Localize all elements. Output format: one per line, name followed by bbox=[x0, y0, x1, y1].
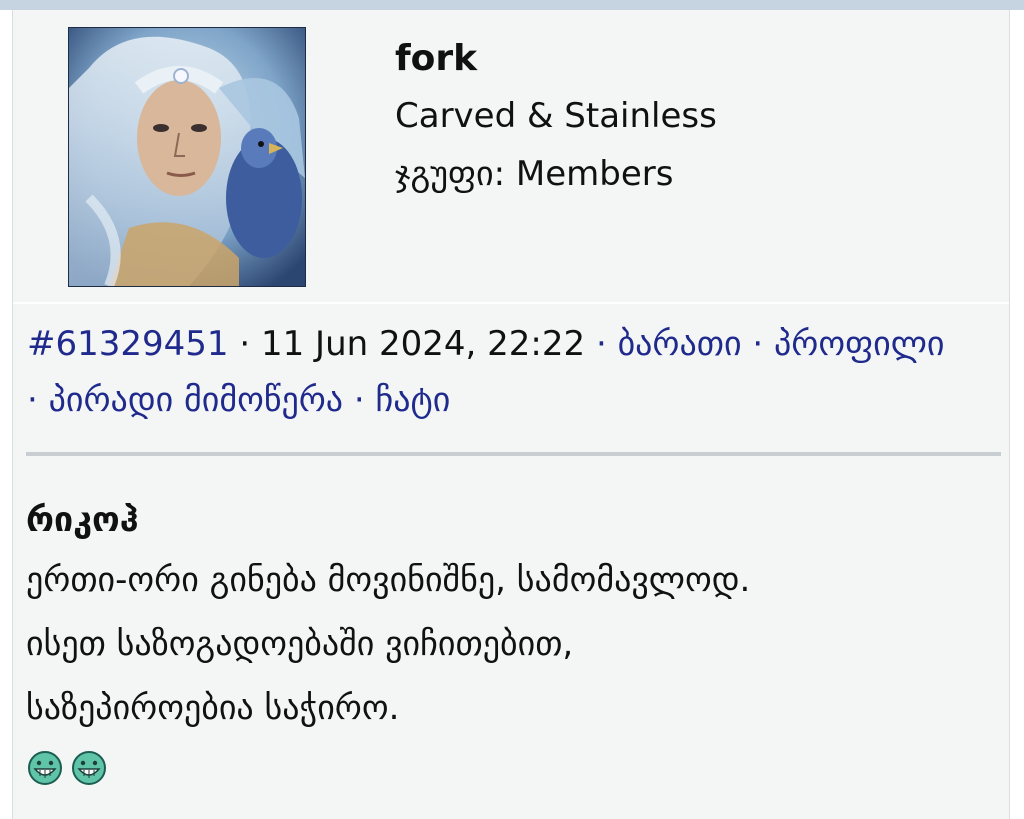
post-body: რიკოჰ ერთი-ორი გინება მოვინიშნე, სამომავ… bbox=[26, 492, 1001, 740]
avatar-image bbox=[69, 28, 305, 286]
smiley-row bbox=[27, 750, 107, 786]
avatar[interactable] bbox=[68, 27, 306, 287]
user-group: ჯგუფი: Members bbox=[395, 154, 673, 194]
forum-post: fork Carved & Stainless ჯგუფი: Members #… bbox=[12, 10, 1010, 819]
meta-separator: · bbox=[27, 380, 38, 420]
meta-separator: · bbox=[752, 324, 764, 364]
header-divider bbox=[13, 302, 1009, 304]
profile-link[interactable]: პროფილი bbox=[774, 324, 945, 364]
user-group-label: ჯგუფი: bbox=[395, 154, 506, 194]
grin-smiley-icon bbox=[28, 751, 62, 785]
post-body-line: ისეთ საზოგადოებაში ვიჩითებით, bbox=[26, 624, 574, 664]
meta-separator: · bbox=[595, 324, 607, 364]
meta-separator: · bbox=[353, 380, 365, 420]
post-body-line: საზეპიროებია საჭირო. bbox=[26, 688, 400, 728]
post-meta: #61329451 · 11 Jun 2024, 22:22 · ბარათი … bbox=[27, 316, 997, 428]
post-body-title: რიკოჰ bbox=[26, 500, 139, 540]
post-body-line: ერთი-ორი გინება მოვინიშნე, სამომავლოდ. bbox=[26, 560, 751, 600]
grin-smiley-icon bbox=[72, 751, 106, 785]
chat-link[interactable]: ჩატი bbox=[376, 380, 451, 420]
username[interactable]: fork bbox=[395, 38, 477, 79]
post-datetime: 11 Jun 2024, 22:22 bbox=[260, 324, 586, 364]
user-group-value: Members bbox=[515, 154, 674, 194]
post-id-link[interactable]: #61329451 bbox=[27, 324, 229, 364]
private-message-link[interactable]: პირადი მიმოწერა bbox=[49, 380, 343, 420]
card-link[interactable]: ბარათი bbox=[618, 324, 742, 364]
meta-separator: · bbox=[239, 324, 251, 364]
user-title: Carved & Stainless bbox=[395, 96, 717, 136]
page-top-bar bbox=[0, 0, 1024, 10]
content-divider bbox=[26, 452, 1001, 456]
